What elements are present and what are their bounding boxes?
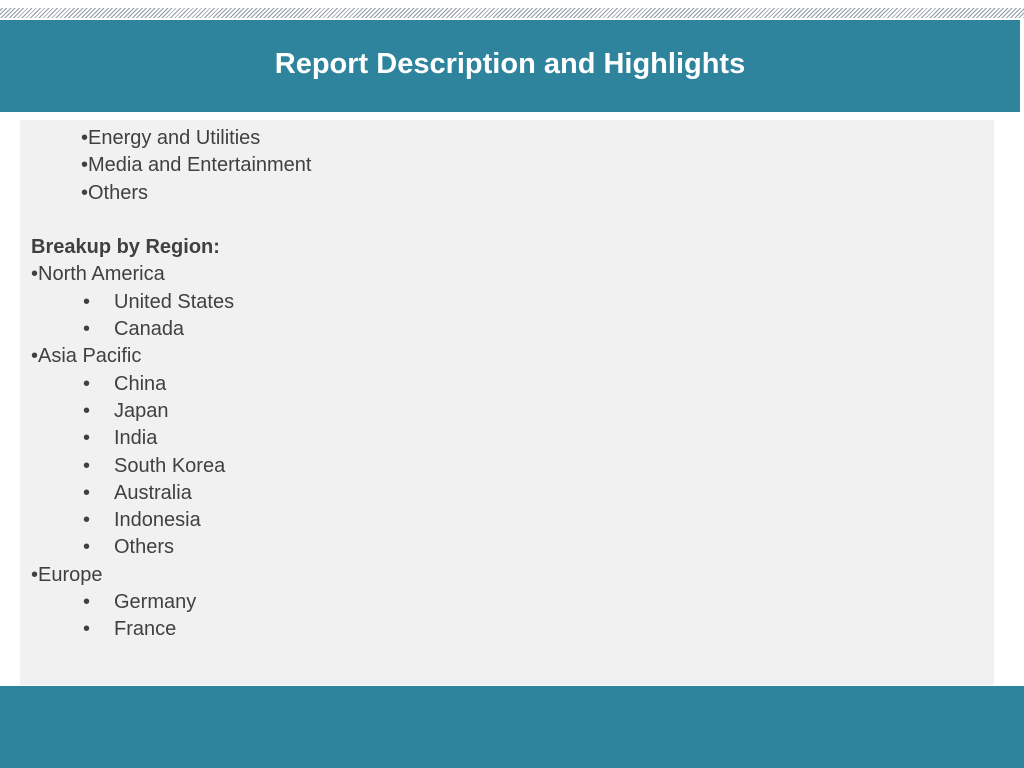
- slide: Report Description and Highlights •Energ…: [0, 0, 1024, 768]
- bullet-icon: •: [83, 536, 91, 559]
- bullet-icon: •: [83, 427, 91, 450]
- country-label: Others: [114, 536, 175, 559]
- bullet-icon: •: [83, 290, 91, 313]
- bullet-icon: •: [83, 372, 91, 395]
- country-label: Japan: [114, 399, 169, 422]
- list-item-country: • Indonesia: [31, 507, 984, 534]
- bullet-icon: •: [83, 318, 91, 341]
- page-title: Report Description and Highlights: [274, 47, 746, 80]
- bullet-icon: •: [83, 481, 91, 504]
- country-label: South Korea: [114, 454, 226, 477]
- bullet-icon: •: [83, 618, 91, 641]
- region-heading: Breakup by Region:: [31, 236, 220, 259]
- header-bar: Report Description and Highlights: [0, 20, 1020, 112]
- list-item-media-entertainment: •Media and Entertainment: [81, 154, 312, 177]
- content-panel: •Energy and Utilities •Media and Enterta…: [20, 120, 994, 685]
- decorative-hatched-stripe: [0, 8, 1024, 18]
- list-item-country: • United States: [31, 289, 984, 316]
- list-item-others-industry: •Others: [81, 181, 149, 204]
- list-item-energy-utilities: •Energy and Utilities: [81, 127, 261, 149]
- country-label: France: [114, 618, 177, 641]
- list-item-country: • India: [31, 425, 984, 452]
- list-item-country: • Germany: [31, 589, 984, 616]
- country-label: Indonesia: [114, 509, 201, 532]
- country-label: China: [114, 372, 167, 395]
- country-label: United States: [114, 290, 235, 313]
- country-label: India: [114, 427, 158, 450]
- content-list: •Energy and Utilities •Media and Enterta…: [31, 125, 984, 644]
- bullet-icon: •: [83, 509, 91, 532]
- list-item-country: • China: [31, 371, 984, 398]
- list-item-country: • France: [31, 616, 984, 643]
- footer-bar: [0, 686, 1024, 768]
- list-item-country: • Others: [31, 534, 984, 561]
- bullet-icon: •: [83, 591, 91, 614]
- list-item-country: • Canada: [31, 316, 984, 343]
- region-asia-pacific: •Asia Pacific: [31, 345, 142, 368]
- country-label: Germany: [114, 591, 197, 614]
- country-label: Canada: [114, 318, 185, 341]
- list-item-country: • Australia: [31, 480, 984, 507]
- list-item-country: • Japan: [31, 398, 984, 425]
- region-north-america: •North America: [31, 263, 165, 286]
- bullet-icon: •: [83, 399, 91, 422]
- country-label: Australia: [114, 481, 192, 504]
- region-europe: •Europe: [31, 563, 103, 586]
- bullet-icon: •: [83, 454, 91, 477]
- list-item-country: • South Korea: [31, 453, 984, 480]
